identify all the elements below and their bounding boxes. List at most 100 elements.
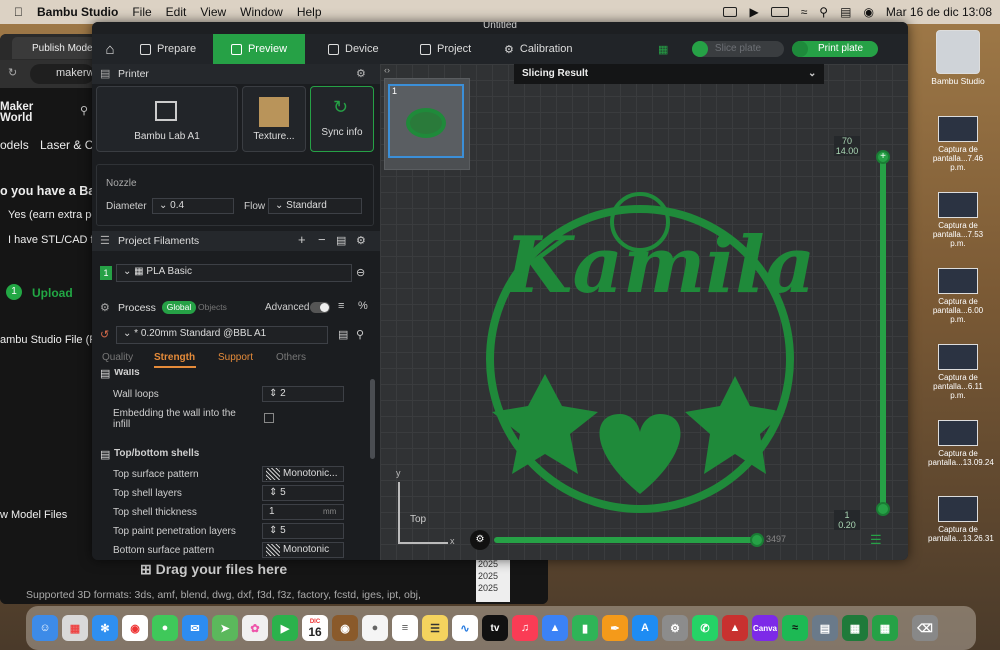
spotify-icon[interactable]: ≈ [782, 615, 808, 641]
calendar-icon[interactable]: DIC 16 [302, 615, 328, 641]
top-thickness-input[interactable]: 1 mm [262, 504, 344, 520]
answer-stl[interactable]: I have STL/CAD file [8, 234, 105, 246]
bottom-surface-select[interactable]: Monotonic [262, 542, 344, 558]
sync-info-button[interactable]: ↻ Sync info [310, 86, 374, 152]
tab-others[interactable]: Others [276, 352, 306, 363]
wall-loops-input[interactable]: ⇕ 2 [262, 386, 344, 402]
clock[interactable]: Mar 16 de dic 13:08 [886, 5, 992, 19]
screenshot-file[interactable]: Captura de pantalla...6.11 p.m. [928, 344, 988, 400]
tv-icon[interactable]: tv [482, 615, 508, 641]
objects-toggle[interactable]: Objects [198, 302, 227, 312]
settings-gear-icon[interactable]: ⚙ [470, 530, 490, 550]
embedding-checkbox[interactable] [264, 413, 274, 423]
app-store-icon[interactable]: A [632, 615, 658, 641]
slice-dropdown-chevron-icon[interactable] [692, 41, 708, 57]
layer-slider[interactable] [880, 154, 886, 506]
printer-select-card[interactable]: Bambu Lab A1 [96, 86, 238, 152]
plate-type-card[interactable]: Texture... [242, 86, 306, 152]
filament-settings-gear-icon[interactable]: ⚙ [356, 234, 366, 247]
excel-icon[interactable]: ▦ [842, 615, 868, 641]
browser-tab[interactable]: Publish Model [12, 37, 100, 59]
move-slider-handle[interactable] [750, 533, 764, 547]
tab-support[interactable]: Support [218, 352, 253, 363]
diameter-select[interactable]: ⌄ 0.4 [152, 198, 234, 214]
save-preset-icon[interactable]: ▤ [338, 328, 348, 341]
move-slider[interactable] [494, 537, 758, 543]
plate-thumbnail[interactable]: 1 [388, 84, 464, 158]
launchpad-icon[interactable]: ▦ [62, 615, 88, 641]
printer-settings-gear-icon[interactable]: ⚙ [356, 67, 366, 80]
canva-icon[interactable]: Canva [752, 615, 778, 641]
finder-icon[interactable]: ☺ [32, 615, 58, 641]
pages-icon[interactable]: ✒ [602, 615, 628, 641]
filament-sync-icon[interactable]: ▤ [336, 234, 346, 247]
messages-icon[interactable]: ● [152, 615, 178, 641]
screenshot-file[interactable]: Captura de pantalla...6.00 p.m. [928, 268, 988, 324]
flow-select[interactable]: ⌄ Standard [268, 198, 362, 214]
window-menu[interactable]: Window [240, 5, 283, 19]
view-cube-top[interactable]: Top [410, 514, 426, 525]
battery-icon[interactable] [770, 7, 789, 17]
acrobat-icon[interactable]: ▲ [722, 615, 748, 641]
help-menu[interactable]: Help [297, 5, 322, 19]
tab-quality[interactable]: Quality [102, 352, 133, 363]
system-settings-icon[interactable]: ⚙ [662, 615, 688, 641]
screenshot-file[interactable]: Captura de pantalla...13.09.24 [928, 420, 994, 467]
expand-chevron-icon[interactable]: ⌄ [808, 64, 816, 84]
mail-icon[interactable]: ✉ [182, 615, 208, 641]
music-icon[interactable]: ♫ [512, 615, 538, 641]
makerworld-logo[interactable]: Maker World [0, 101, 33, 124]
layers-toggle-icon[interactable]: ☰ [870, 532, 882, 548]
chrome-icon[interactable]: ◉ [122, 615, 148, 641]
process-preset-select[interactable]: ⌄ * 0.20mm Standard @BBL A1 [116, 326, 328, 344]
whatsapp-icon[interactable]: ✆ [692, 615, 718, 641]
preview-icon[interactable]: ▤ [812, 615, 838, 641]
notes-icon[interactable]: ☰ [422, 615, 448, 641]
photos-icon[interactable]: ✿ [242, 615, 268, 641]
list-icon[interactable]: ≡ [338, 300, 344, 312]
scrollbar[interactable] [370, 379, 375, 459]
keynote-icon[interactable]: ▲ [542, 615, 568, 641]
play-icon[interactable]: ▶ [749, 5, 758, 19]
cast-icon[interactable] [723, 7, 738, 17]
advanced-switch[interactable] [310, 302, 330, 313]
layer-slider-top-handle[interactable]: + [876, 150, 890, 164]
edit-menu[interactable]: Edit [166, 5, 187, 19]
file-menu[interactable]: File [132, 5, 151, 19]
app-menu[interactable]: Bambu Studio [37, 5, 118, 19]
layer-slider-bottom-handle[interactable] [876, 502, 890, 516]
view-menu[interactable]: View [200, 5, 226, 19]
top-layers-input[interactable]: ⇕ 5 [262, 485, 344, 501]
address-bar[interactable]: makerw [30, 64, 95, 84]
filament-select[interactable]: ⌄ ▦ PLA Basic [116, 264, 352, 282]
tab-strength[interactable]: Strength [154, 352, 195, 363]
tab-preview[interactable]: Preview [213, 34, 305, 64]
tab-device[interactable]: Device [328, 34, 379, 64]
top-surface-select[interactable]: Monotonic... [262, 466, 344, 482]
tab-calibration[interactable]: ⚙ Calibration [504, 34, 572, 64]
grid-view-icon[interactable]: ▦ [658, 34, 668, 64]
slicing-result-bar[interactable]: Slicing Result ⌄ [514, 64, 824, 84]
siri-icon[interactable]: ◉ [863, 5, 873, 19]
bambu-studio-icon[interactable]: ◉ [332, 615, 358, 641]
reminders-icon[interactable]: ≡ [392, 615, 418, 641]
contacts-icon[interactable]: ● [362, 615, 388, 641]
facetime-icon[interactable]: ▶ [272, 615, 298, 641]
reset-icon[interactable]: ↺ [100, 328, 109, 341]
screenshot-file[interactable]: Captura de pantalla...7.53 p.m. [928, 192, 988, 248]
print-dropdown-chevron-icon[interactable] [792, 41, 808, 57]
tab-project[interactable]: Project [420, 34, 471, 64]
control-center-icon[interactable]: ▤ [840, 5, 851, 19]
global-toggle[interactable]: Global [162, 301, 196, 314]
drive-icon[interactable]: Bambu Studio [928, 30, 988, 86]
top-paint-input[interactable]: ⇕ 5 [262, 523, 344, 539]
maps-icon[interactable]: ➤ [212, 615, 238, 641]
collapse-panel-icon[interactable]: ‹› [384, 65, 390, 75]
wifi-icon[interactable]: ≈ [801, 5, 808, 19]
screenshot-file[interactable]: Captura de pantalla...7.46 p.m. [928, 116, 988, 172]
tab-prepare[interactable]: Prepare [140, 34, 196, 64]
nav-models[interactable]: odels [0, 138, 29, 152]
filament-remove-circle-icon[interactable]: ⊖ [356, 266, 365, 279]
trash-icon[interactable]: ⌫ [912, 615, 938, 641]
sheets-icon[interactable]: ▦ [872, 615, 898, 641]
